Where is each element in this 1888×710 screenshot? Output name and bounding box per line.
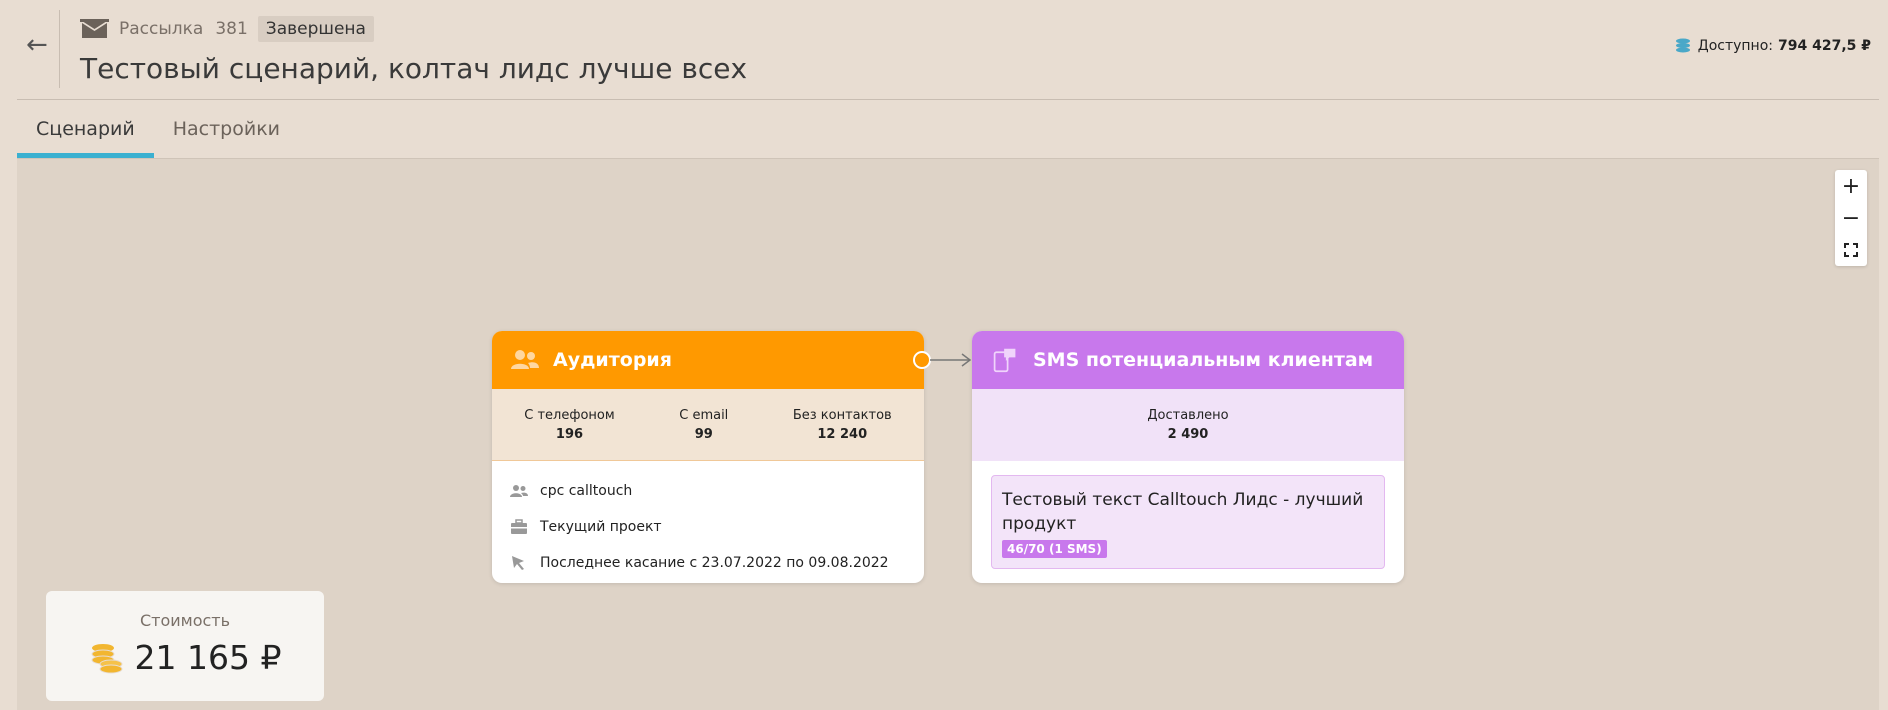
header-divider — [59, 10, 60, 88]
connector-arrow — [913, 351, 972, 369]
balance-value: 794 427,5 ₽ — [1778, 38, 1871, 54]
audience-stats: С телефоном 196 С email 99 Без контактов… — [492, 389, 924, 461]
stat-value: 2 490 — [1167, 427, 1209, 442]
audience-title: Аудитория — [553, 349, 672, 371]
stat-with-phone: С телефоном 196 — [524, 408, 614, 442]
list-item: Текущий проект — [510, 509, 906, 545]
tabs: Сценарий Настройки — [17, 100, 299, 158]
fit-screen-button[interactable] — [1835, 234, 1867, 266]
breadcrumb-id: 381 — [215, 19, 248, 39]
stat-label: С телефоном — [524, 407, 615, 423]
status-badge: Завершена — [257, 16, 374, 42]
breadcrumb: Рассылка 381 Завершена — [80, 15, 374, 43]
cost-panel: Стоимость 21 165 ₽ — [46, 591, 324, 701]
fullscreen-icon — [1844, 243, 1858, 257]
briefcase-icon — [511, 519, 527, 534]
cost-row: 21 165 ₽ — [46, 638, 324, 677]
breadcrumb-label[interactable]: Рассылка — [119, 19, 203, 39]
sms-text: Тестовый текст Calltouch Лидс - лучший п… — [1002, 490, 1364, 534]
coins-icon — [91, 643, 123, 673]
users-icon — [511, 350, 539, 369]
tab-settings[interactable]: Настройки — [154, 100, 299, 158]
zoom-controls: + − — [1835, 170, 1867, 266]
audience-filters: cpc calltouch Текущий проект Последнее к… — [492, 461, 924, 581]
coins-icon — [1675, 38, 1690, 53]
sms-card-header: SMS потенциальным клиентам — [972, 331, 1404, 389]
stat-value: 196 — [555, 426, 584, 442]
list-item: cpc calltouch — [510, 473, 906, 509]
list-item: Последнее касание с 23.07.2022 по 09.08.… — [510, 545, 906, 581]
sms-body: Тестовый текст Calltouch Лидс - лучший п… — [972, 461, 1404, 583]
stat-value: 12 240 — [817, 426, 868, 442]
mail-icon — [80, 19, 109, 38]
sms-message[interactable]: Тестовый текст Calltouch Лидс - лучший п… — [991, 475, 1385, 569]
stat-label: С email — [679, 407, 729, 423]
back-button[interactable]: ← — [26, 32, 52, 60]
filter-text: Последнее касание с 23.07.2022 по 09.08.… — [540, 555, 889, 571]
sms-counter-badge: 46/70 (1 SMS) — [1002, 540, 1107, 558]
stat-with-email: С email 99 — [679, 408, 728, 442]
stat-delivered: Доставлено 2 490 — [1147, 408, 1228, 442]
cost-label: Стоимость — [139, 611, 231, 630]
sms-card[interactable]: SMS потенциальным клиентам Доставлено 2 … — [972, 331, 1404, 583]
sms-title: SMS потенциальным клиентам — [1033, 349, 1374, 371]
zoom-out-button[interactable]: − — [1835, 202, 1867, 234]
balance: Доступно: 794 427,5 ₽ — [1674, 38, 1871, 54]
audience-card-header: Аудитория — [492, 331, 924, 389]
cost-value: 21 165 ₽ — [134, 638, 282, 677]
filter-text: cpc calltouch — [540, 483, 633, 499]
header: ← Рассылка 381 Завершена Тестовый сценар… — [0, 0, 1888, 100]
sms-icon — [993, 348, 1016, 373]
zoom-in-button[interactable]: + — [1835, 170, 1867, 202]
stat-label: Без контактов — [792, 407, 892, 423]
sms-stats: Доставлено 2 490 — [972, 389, 1404, 461]
stat-value: 99 — [694, 426, 713, 442]
users-icon — [510, 485, 528, 497]
balance-label: Доступно: — [1697, 38, 1773, 54]
cursor-icon — [512, 556, 524, 570]
audience-card[interactable]: Аудитория С телефоном 196 С email 99 Без… — [492, 331, 924, 583]
page-title: Тестовый сценарий, колтач лидс лучше все… — [80, 52, 748, 85]
tab-scenario[interactable]: Сценарий — [17, 100, 154, 158]
stat-label: Доставлено — [1147, 408, 1229, 423]
stat-no-contacts: Без контактов 12 240 — [793, 408, 892, 442]
filter-text: Текущий проект — [540, 519, 662, 535]
